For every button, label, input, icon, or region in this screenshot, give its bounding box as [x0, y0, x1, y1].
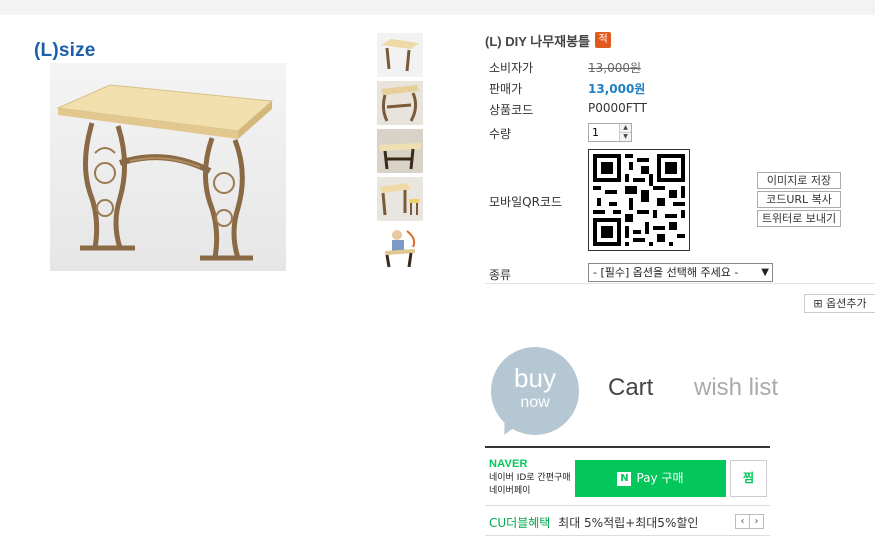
option-label: 종류 [489, 268, 512, 282]
divider [485, 283, 875, 284]
main-product-image: (L)size [30, 40, 290, 275]
product-title: (L) DIY 나무재봉틀 [485, 33, 591, 49]
cu-text: 최대 5%적립+최대5%할인 [558, 516, 699, 530]
product-code: P0000FTT [588, 101, 647, 115]
now-label: now [520, 394, 550, 411]
consumer-price-label: 소비자가 [489, 61, 534, 75]
option-select[interactable]: - [필수] 옵션을 선택해 주세요 - ▼ [588, 263, 773, 282]
quantity-stepper: ▲ ▼ [588, 123, 632, 142]
naver-logo: NAVER [489, 458, 528, 470]
thumbnail-list [377, 33, 423, 273]
naver-pay-button[interactable]: N Pay 구매 [575, 460, 726, 497]
quantity-label: 수량 [489, 127, 512, 141]
quantity-spinner: ▲ ▼ [619, 124, 631, 141]
quantity-up-button[interactable]: ▲ [620, 124, 631, 132]
sale-price-label: 판매가 [489, 82, 523, 96]
qr-actions: 이미지로 저장 코드URL 복사 트위터로 보내기 [757, 172, 841, 229]
naver-zzim-button[interactable]: 찜 [730, 460, 767, 497]
cu-pager: ‹ › [735, 514, 764, 529]
naver-pay-label: Pay 구매 [636, 471, 684, 485]
title-row: (L) DIY 나무재봉틀 적 [485, 30, 612, 50]
chevron-down-icon: ▼ [761, 267, 769, 278]
naver-n-icon: N [617, 471, 632, 486]
qr-code-image [588, 149, 690, 251]
thumbnail-4[interactable] [377, 177, 423, 221]
product-code-label: 상품코드 [489, 103, 534, 117]
reward-badge: 적 [595, 32, 612, 48]
copy-url-button[interactable]: 코드URL 복사 [757, 191, 841, 208]
cu-title: CU더블혜택 [489, 516, 551, 530]
consumer-price: 13,000원 [588, 61, 642, 75]
add-option-button[interactable]: ⊞ 옵션추가 [804, 294, 875, 313]
quantity-input[interactable] [589, 124, 619, 141]
wish-list-button[interactable]: wish list [694, 374, 778, 402]
naver-pay-box: NAVER 네이버 ID로 간편구매 네이버페이 N Pay 구매 찜 [485, 446, 770, 506]
product-photo [50, 63, 286, 271]
bottom-divider [485, 535, 770, 536]
cart-button[interactable]: Cart [608, 374, 653, 402]
sale-price: 13,000원 [588, 82, 646, 96]
prev-icon[interactable]: ‹ [735, 514, 750, 529]
naver-pay-description: 네이버 ID로 간편구매 네이버페이 [489, 473, 571, 496]
top-bar [0, 0, 875, 15]
cu-benefit: CU더블혜택 최대 5%적립+최대5%할인 [489, 514, 698, 531]
thumbnail-3[interactable] [377, 129, 423, 173]
buy-now-button[interactable]: buy now [491, 347, 579, 435]
buy-label: buy [514, 363, 556, 393]
qr-code-label: 모바일QR코드 [489, 195, 562, 209]
thumbnail-1[interactable] [377, 33, 423, 77]
next-icon[interactable]: › [749, 514, 764, 529]
option-selected-text: - [필수] 옵션을 선택해 주세요 - [593, 266, 739, 279]
save-image-button[interactable]: 이미지로 저장 [757, 172, 841, 189]
quantity-down-button[interactable]: ▼ [620, 132, 631, 141]
thumbnail-5[interactable] [377, 225, 423, 269]
tweet-button[interactable]: 트위터로 보내기 [757, 210, 841, 227]
thumbnail-2[interactable] [377, 81, 423, 125]
size-label: (L)size [34, 40, 96, 61]
